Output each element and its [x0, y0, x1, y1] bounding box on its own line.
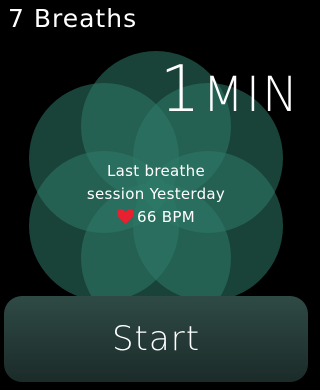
- heart-rate-row: 66 BPM: [0, 206, 312, 229]
- start-button[interactable]: Start: [4, 296, 308, 382]
- heart-rate-value: 66 BPM: [137, 208, 195, 226]
- duration-display[interactable]: 1 MIN: [160, 58, 300, 122]
- last-session-line-1: Last breathe: [106, 162, 205, 180]
- last-session-line-2: session Yesterday: [86, 185, 226, 203]
- duration-unit: MIN: [202, 67, 300, 123]
- last-session-info: Last breathe session Yesterday 66 BPM: [0, 160, 312, 229]
- start-button-label: Start: [111, 319, 201, 359]
- heart-icon: [117, 209, 135, 224]
- duration-value: 1: [159, 53, 203, 127]
